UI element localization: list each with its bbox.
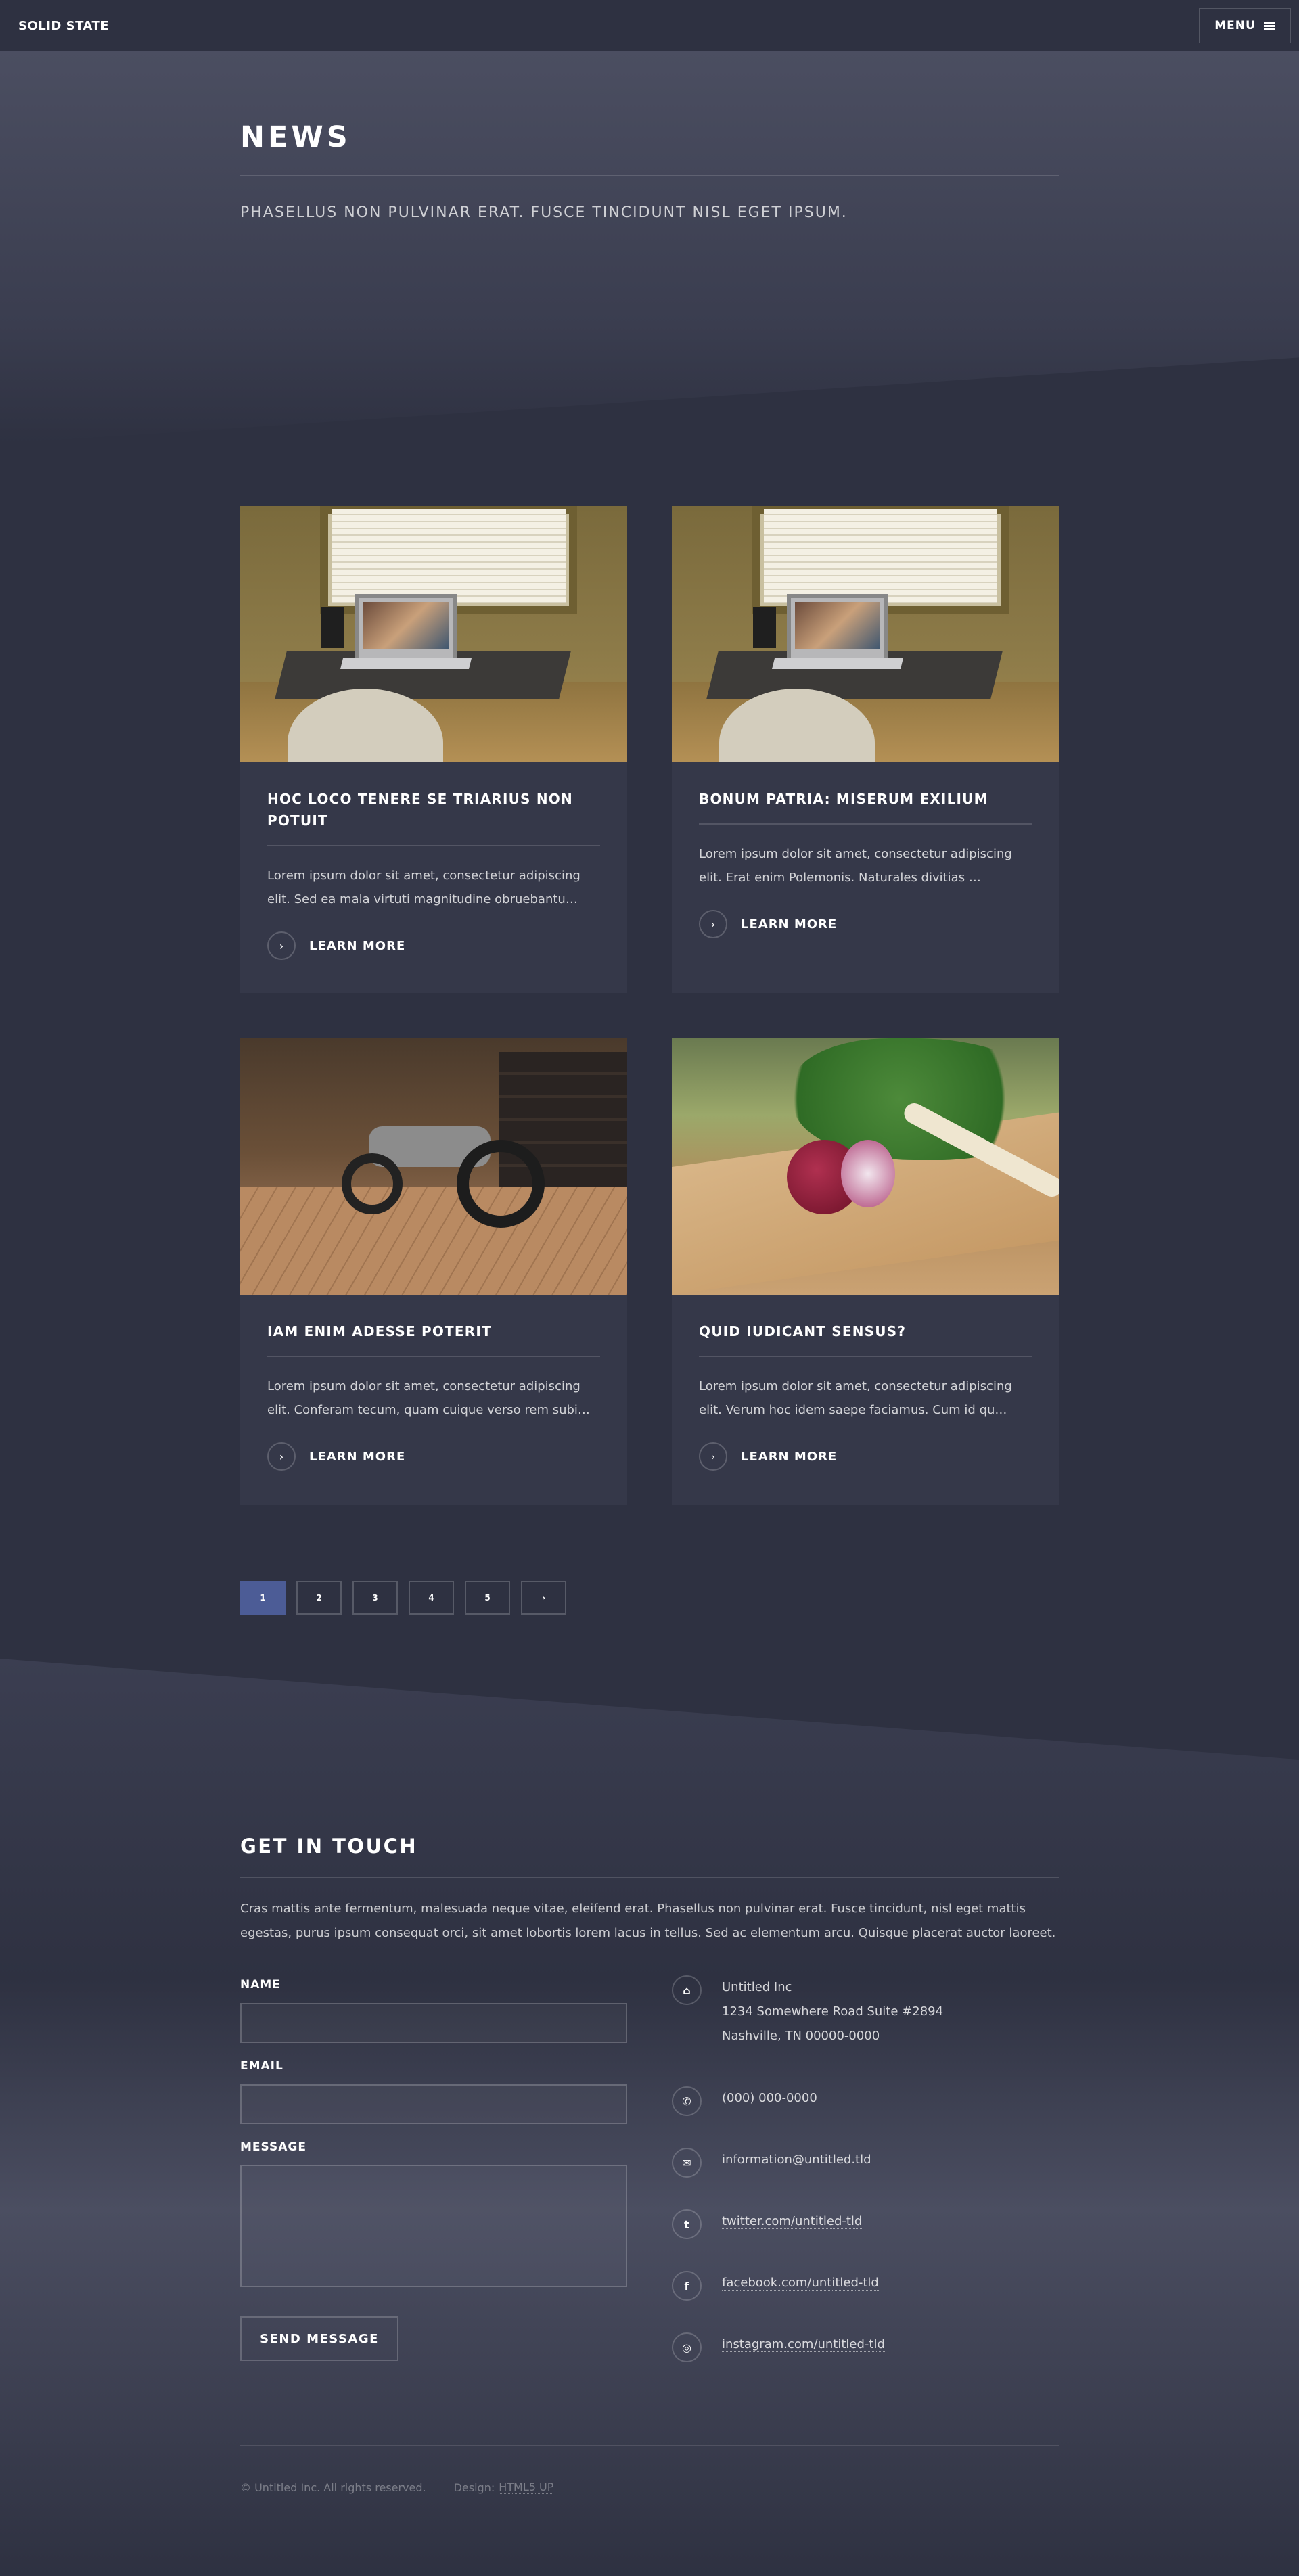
contact-city: Nashville, TN 00000-0000: [722, 2029, 880, 2043]
learn-more-link[interactable]: › LEARN MORE: [699, 1442, 1032, 1471]
email-link[interactable]: information@untitled.tld: [722, 2153, 871, 2167]
learn-more-link[interactable]: › LEARN MORE: [267, 932, 600, 960]
contact-facebook: f facebook.com/untitled-tld: [672, 2271, 879, 2301]
footer-background: [0, 1659, 1299, 2576]
contact-street: 1234 Somewhere Road Suite #2894: [722, 2004, 944, 2019]
learn-more-label: LEARN MORE: [741, 917, 838, 932]
article-image-vegetables[interactable]: [672, 1038, 1059, 1295]
article-divider: [267, 1356, 600, 1357]
copyright-text: © Untitled Inc. All rights reserved.: [240, 2481, 426, 2494]
site-logo[interactable]: SOLID STATE: [18, 19, 109, 33]
page-button-5[interactable]: 5: [465, 1581, 510, 1615]
banner-divider: [240, 175, 1059, 176]
article-image-garage[interactable]: [240, 1038, 627, 1295]
name-field[interactable]: [240, 2003, 627, 2043]
footer-intro: Cras mattis ante fermentum, malesuada ne…: [240, 1902, 1056, 1940]
learn-more-label: LEARN MORE: [741, 1449, 838, 1464]
article-card: BONUM PATRIA: MISERUM EXILIUM Lorem ipsu…: [672, 506, 1059, 993]
contact-phone-text: (000) 000-0000: [722, 2091, 817, 2105]
copyright: © Untitled Inc. All rights reserved. Des…: [240, 2481, 554, 2494]
send-message-button[interactable]: SEND MESSAGE: [240, 2316, 398, 2361]
chevron-right-icon: ›: [267, 1442, 296, 1471]
article-image-desk[interactable]: [672, 506, 1059, 762]
article-excerpt: Lorem ipsum dolor sit amet, consectetur …: [267, 869, 580, 906]
menu-button[interactable]: MENU: [1199, 8, 1291, 43]
article-title[interactable]: IAM ENIM ADESSE POTERIT: [267, 1320, 600, 1342]
contact-twitter: t twitter.com/untitled-tld: [672, 2209, 863, 2239]
chevron-right-icon: ›: [699, 1442, 727, 1471]
facebook-icon: f: [672, 2271, 702, 2301]
email-label: EMAIL: [240, 2059, 283, 2073]
article-title[interactable]: QUID IUDICANT SENSUS?: [699, 1320, 1032, 1342]
message-field[interactable]: [240, 2165, 627, 2287]
site-header: SOLID STATE MENU: [0, 0, 1299, 51]
article-divider: [267, 845, 600, 846]
contact-instagram: ◎ instagram.com/untitled-tld: [672, 2332, 885, 2362]
home-icon: ⌂: [672, 1975, 702, 2005]
article-card: QUID IUDICANT SENSUS? Lorem ipsum dolor …: [672, 1038, 1059, 1505]
contact-address: ⌂ Untitled Inc 1234 Somewhere Road Suite…: [672, 1975, 943, 2048]
article-excerpt: Lorem ipsum dolor sit amet, consectetur …: [699, 847, 1012, 885]
contact-email: ✉ information@untitled.tld: [672, 2148, 871, 2178]
learn-more-link[interactable]: › LEARN MORE: [267, 1442, 600, 1471]
instagram-link[interactable]: instagram.com/untitled-tld: [722, 2337, 885, 2352]
article-divider: [699, 823, 1032, 825]
message-label: MESSAGE: [240, 2140, 306, 2154]
page-button-1[interactable]: 1: [240, 1581, 286, 1615]
chevron-right-icon: ›: [267, 932, 296, 960]
article-title[interactable]: HOC LOCO TENERE SE TRIARIUS NON POTUIT: [267, 788, 600, 831]
phone-icon: ✆: [672, 2086, 702, 2116]
chevron-right-icon: ›: [699, 910, 727, 938]
learn-more-label: LEARN MORE: [309, 938, 406, 953]
footer-title: GET IN TOUCH: [240, 1835, 418, 1858]
banner-content: NEWS PHASELLUS NON PULVINAR ERAT. FUSCE …: [240, 120, 1059, 221]
name-label: NAME: [240, 1978, 281, 1992]
learn-more-link[interactable]: › LEARN MORE: [699, 910, 1032, 938]
pagination: 1 2 3 4 5 ›: [240, 1581, 566, 1615]
banner: [0, 51, 1299, 444]
article-card: IAM ENIM ADESSE POTERIT Lorem ipsum dolo…: [240, 1038, 627, 1505]
instagram-icon: ◎: [672, 2332, 702, 2362]
article-card: HOC LOCO TENERE SE TRIARIUS NON POTUIT L…: [240, 506, 627, 993]
design-credit-link[interactable]: HTML5 UP: [499, 2481, 554, 2494]
page-button-4[interactable]: 4: [409, 1581, 454, 1615]
page-button-3[interactable]: 3: [352, 1581, 398, 1615]
article-image-desk[interactable]: [240, 506, 627, 762]
twitter-link[interactable]: twitter.com/untitled-tld: [722, 2214, 863, 2229]
page-button-2[interactable]: 2: [296, 1581, 342, 1615]
article-excerpt: Lorem ipsum dolor sit amet, consectetur …: [699, 1379, 1012, 1417]
article-title[interactable]: BONUM PATRIA: MISERUM EXILIUM: [699, 788, 1032, 810]
article-excerpt: Lorem ipsum dolor sit amet, consectetur …: [267, 1379, 590, 1417]
learn-more-label: LEARN MORE: [309, 1449, 406, 1464]
footer-divider: [240, 1877, 1059, 1878]
copyright-divider: [240, 2445, 1059, 2446]
menu-label: MENU: [1214, 19, 1256, 32]
banner-subtitle: PHASELLUS NON PULVINAR ERAT. FUSCE TINCI…: [240, 204, 848, 221]
email-field[interactable]: [240, 2084, 627, 2124]
design-label: Design:: [453, 2481, 495, 2494]
envelope-icon: ✉: [672, 2148, 702, 2178]
article-divider: [699, 1356, 1032, 1357]
contact-phone: ✆ (000) 000-0000: [672, 2086, 817, 2116]
twitter-icon: t: [672, 2209, 702, 2239]
page-title: NEWS: [240, 120, 351, 154]
contact-company: Untitled Inc: [722, 1980, 792, 1994]
next-page-button[interactable]: ›: [521, 1581, 566, 1615]
facebook-link[interactable]: facebook.com/untitled-tld: [722, 2276, 879, 2291]
hamburger-icon: [1263, 21, 1275, 30]
